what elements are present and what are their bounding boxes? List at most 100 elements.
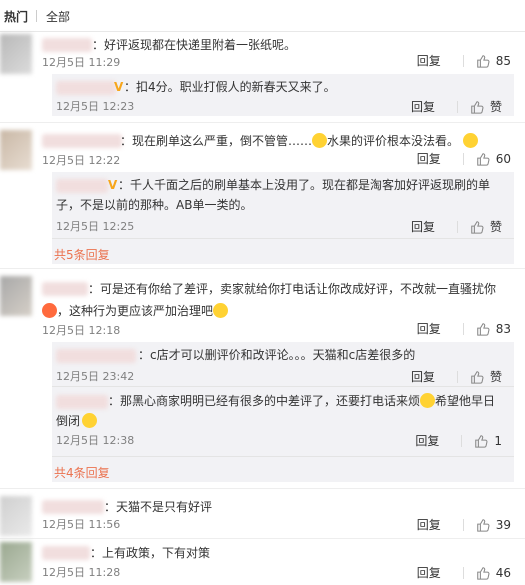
reply-username[interactable] bbox=[56, 81, 116, 95]
action-divider bbox=[456, 100, 458, 113]
reply-box: V ：千人千面之后的刷单基本上没用了。现在都是淘客加好评返现刷的单 子，不是以前… bbox=[52, 172, 514, 264]
thumbs-up-icon bbox=[476, 152, 490, 166]
like-button[interactable]: 赞 bbox=[470, 218, 502, 235]
reply-button[interactable]: 回复 bbox=[417, 52, 441, 69]
reply-button[interactable]: 回复 bbox=[411, 368, 435, 385]
like-button[interactable]: 60 bbox=[476, 152, 511, 166]
reply-button[interactable]: 回复 bbox=[417, 516, 441, 533]
comment-item: ：可是还有你给了差评，卖家就给你打电话让你改成好评，不改就一直骚扰你 ，这种行为… bbox=[0, 272, 525, 340]
angry-emoji-icon bbox=[42, 303, 57, 318]
action-divider bbox=[462, 566, 464, 579]
username[interactable] bbox=[42, 282, 88, 296]
like-button[interactable]: 39 bbox=[476, 518, 511, 532]
reply-box: V ：扣4分。职业打假人的新春天又来了。 12月5日 12:23 回复 赞 bbox=[52, 74, 514, 116]
reply-button[interactable]: 回复 bbox=[417, 564, 441, 581]
reply-text-line2: 子，不是以前的那种。AB单一类的。 bbox=[56, 198, 253, 212]
avatar[interactable] bbox=[0, 542, 32, 582]
reply-item: ：那黑心商家明明已经有很多的中差评了，还要打电话来烦 希望他早日 倒闭 12月5日… bbox=[52, 388, 514, 452]
reply-divider bbox=[52, 386, 514, 387]
comment-item: ：现在刷单这么严重，倒不管管…… 水果的评价根本没法看。 12月5日 12:22 … bbox=[0, 126, 525, 170]
username[interactable] bbox=[42, 134, 122, 148]
emoji-icon bbox=[82, 413, 98, 428]
thumbs-up-icon bbox=[476, 54, 490, 68]
action-divider bbox=[456, 370, 458, 383]
divider bbox=[0, 538, 525, 539]
reply-actions: 回复 赞 bbox=[411, 98, 502, 115]
comment-item: ：上有政策，下有对策 12月5日 11:28 回复 46 bbox=[0, 540, 525, 584]
reply-divider bbox=[52, 456, 514, 457]
emoji-icon bbox=[312, 133, 328, 148]
reply-text: ：扣4分。职业打假人的新春天又来了。 bbox=[124, 80, 336, 94]
reply-button[interactable]: 回复 bbox=[417, 320, 441, 337]
like-label: 赞 bbox=[489, 100, 502, 114]
comment-time: 12月5日 12:18 bbox=[42, 324, 121, 337]
reply-actions: 回复 1 bbox=[415, 432, 502, 449]
username[interactable] bbox=[42, 546, 90, 560]
like-count: 83 bbox=[495, 321, 511, 336]
comment-item: ：天猫不是只有好评 12月5日 11:56 回复 39 bbox=[0, 492, 525, 536]
reply-username[interactable] bbox=[56, 395, 108, 409]
more-replies-link[interactable]: 共4条回复 bbox=[54, 464, 110, 481]
reply-time: 12月5日 12:38 bbox=[56, 434, 135, 447]
reply-box: ：c店才可以删评价和改评论。。。天猫和c店差很多的 12月5日 23:42 回复… bbox=[52, 342, 514, 482]
avatar[interactable] bbox=[0, 34, 32, 74]
divider bbox=[0, 122, 525, 123]
comment-time: 12月5日 11:56 bbox=[42, 518, 121, 531]
comment-actions: 回复 39 bbox=[417, 516, 511, 533]
like-button[interactable]: 85 bbox=[476, 54, 511, 68]
like-count: 46 bbox=[495, 565, 511, 580]
comment-time: 12月5日 11:29 bbox=[42, 56, 121, 69]
thumbs-up-icon bbox=[471, 370, 484, 384]
verified-badge-icon: V bbox=[108, 178, 118, 192]
comment-actions: 回复 83 bbox=[417, 320, 511, 337]
divider bbox=[0, 268, 525, 269]
verified-badge-icon: V bbox=[114, 80, 124, 94]
emoji-icon bbox=[213, 303, 229, 318]
reply-time: 12月5日 12:25 bbox=[56, 220, 135, 233]
reply-username[interactable] bbox=[56, 349, 136, 363]
like-button[interactable]: 1 bbox=[474, 434, 502, 448]
reply-button[interactable]: 回复 bbox=[411, 218, 435, 235]
tab-divider bbox=[36, 10, 37, 22]
action-divider bbox=[461, 434, 463, 447]
emoji-icon bbox=[420, 393, 436, 408]
comment-actions: 回复 46 bbox=[417, 564, 511, 581]
reply-actions: 回复 赞 bbox=[411, 368, 502, 385]
reply-username[interactable] bbox=[56, 179, 108, 193]
more-replies-link[interactable]: 共5条回复 bbox=[54, 246, 110, 263]
like-count: 1 bbox=[494, 433, 502, 448]
avatar[interactable] bbox=[0, 496, 32, 536]
username[interactable] bbox=[42, 38, 92, 52]
reply-button[interactable]: 回复 bbox=[411, 98, 435, 115]
action-divider bbox=[462, 322, 464, 335]
reply-time: 12月5日 23:42 bbox=[56, 370, 135, 383]
reply-item: ：c店才可以删评价和改评论。。。天猫和c店差很多的 12月5日 23:42 回复… bbox=[52, 342, 514, 386]
like-button[interactable]: 83 bbox=[476, 322, 511, 336]
reply-button[interactable]: 回复 bbox=[415, 432, 439, 449]
reply-text-line2: 倒闭 bbox=[56, 412, 98, 430]
like-button[interactable]: 46 bbox=[476, 566, 511, 580]
tab-all[interactable]: 全部 bbox=[46, 8, 70, 25]
comment-text: ：好评返现都在快递里附着一张纸呢。 bbox=[92, 38, 297, 52]
thumbs-up-icon bbox=[476, 518, 490, 532]
reply-text-line1: ：千人千面之后的刷单基本上没用了。现在都是淘客加好评返现刷的单 bbox=[118, 178, 491, 192]
like-count: 85 bbox=[495, 53, 511, 68]
tab-hot[interactable]: 热门 bbox=[4, 8, 28, 25]
avatar[interactable] bbox=[0, 130, 32, 170]
thumbs-up-icon bbox=[471, 100, 484, 114]
thumbs-up-icon bbox=[476, 566, 490, 580]
comment-actions: 回复 85 bbox=[417, 52, 511, 69]
username[interactable] bbox=[42, 500, 104, 514]
thumbs-up-icon bbox=[471, 220, 484, 234]
reply-text: ：c店才可以删评价和改评论。。。天猫和c店差很多的 bbox=[138, 348, 416, 362]
avatar[interactable] bbox=[0, 276, 32, 316]
reply-time: 12月5日 12:23 bbox=[56, 100, 135, 113]
like-button[interactable]: 赞 bbox=[470, 98, 502, 115]
comment-item: ：好评返现都在快递里附着一张纸呢。 12月5日 11:29 回复 85 bbox=[0, 32, 525, 76]
like-count: 39 bbox=[495, 517, 511, 532]
like-button[interactable]: 赞 bbox=[470, 368, 502, 385]
comment-tabs: 热门 全部 bbox=[0, 0, 525, 32]
comment-actions: 回复 60 bbox=[417, 150, 511, 167]
reply-button[interactable]: 回复 bbox=[417, 150, 441, 167]
like-count: 60 bbox=[495, 151, 511, 166]
